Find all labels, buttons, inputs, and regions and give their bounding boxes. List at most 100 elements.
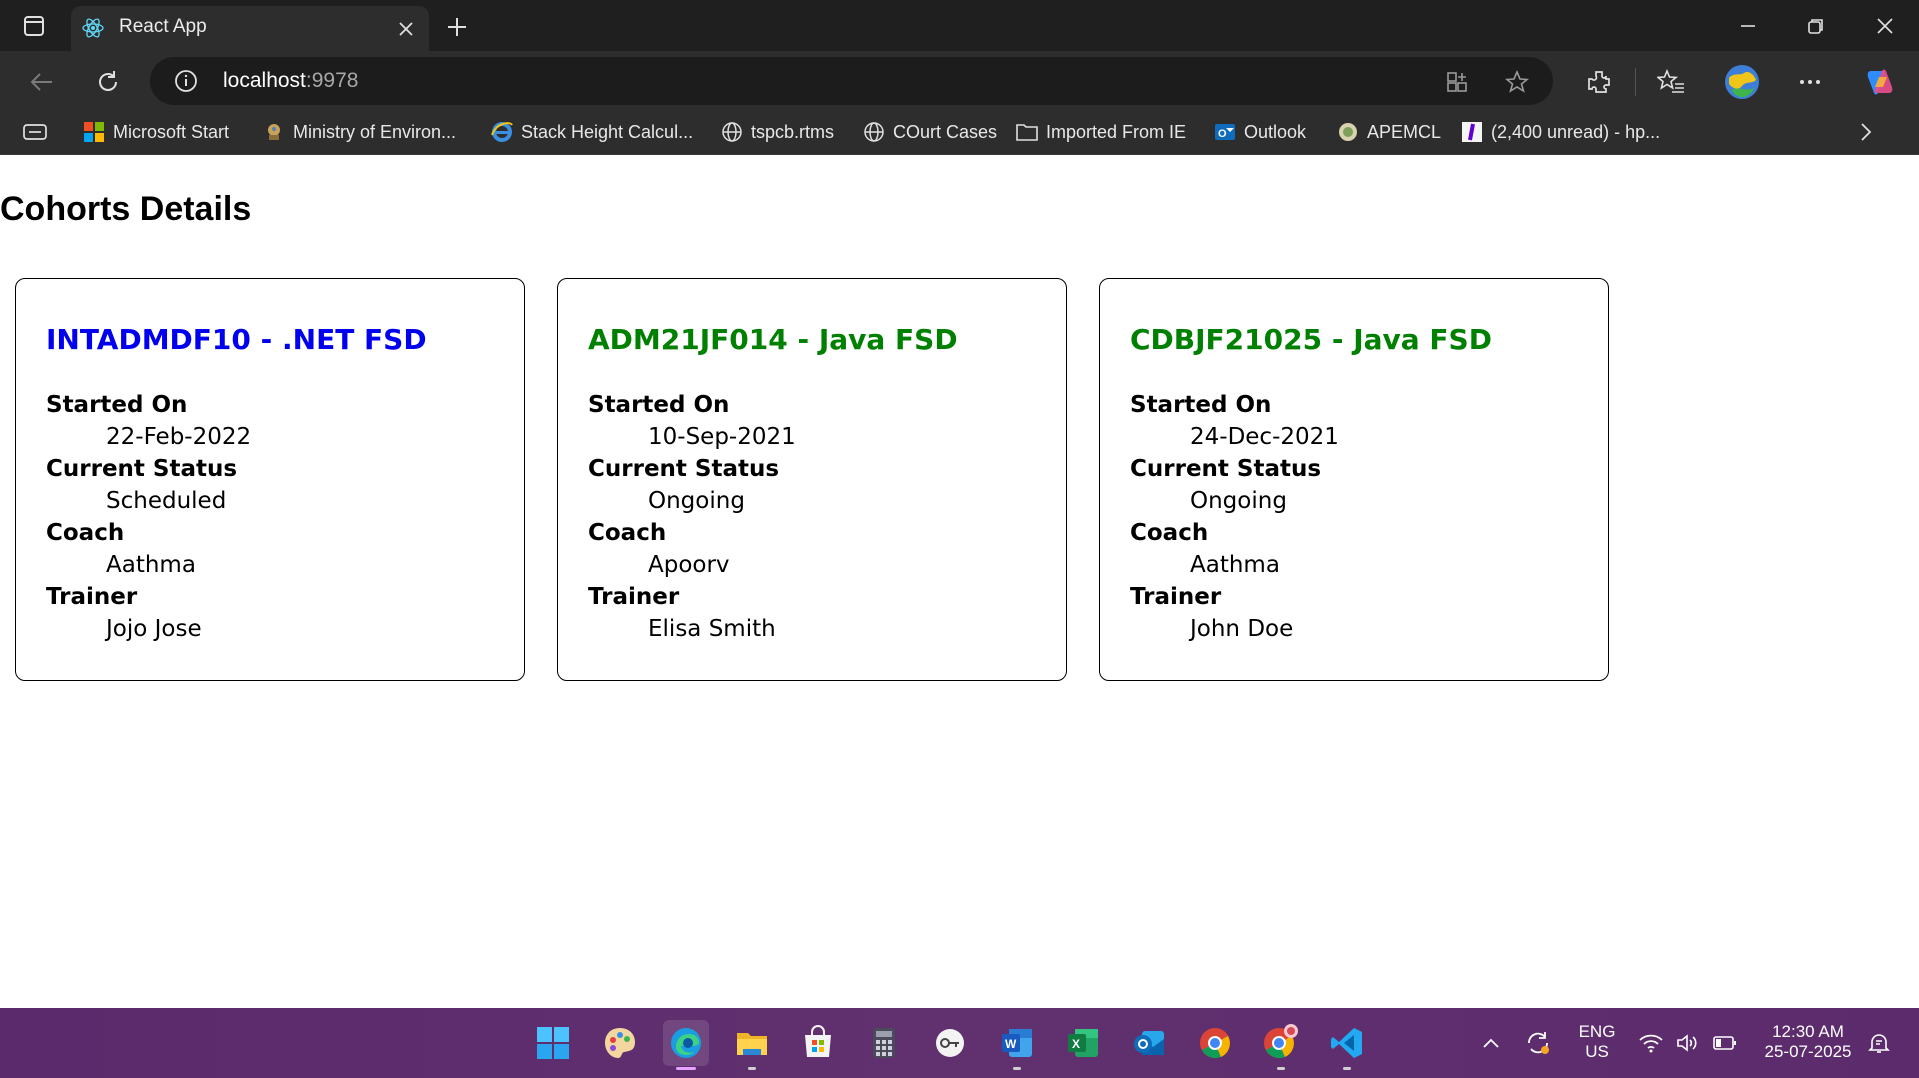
cohort-details: Started On 24-Dec-2021 Current Status On… <box>1130 389 1339 645</box>
close-tab-icon[interactable] <box>395 18 417 40</box>
outlook-icon: O <box>1213 120 1237 144</box>
address-bar[interactable]: localhost:9978 <box>150 57 1553 105</box>
url-host: localhost <box>223 69 306 92</box>
bookmark-label: Imported From IE <box>1046 121 1187 142</box>
current-status-label: Current Status <box>46 456 238 482</box>
microsoft-logo-icon <box>82 120 106 144</box>
cohort-card: INTADMDF10 - .NET FSD Started On 22-Feb-… <box>15 278 525 681</box>
running-indicator <box>748 1067 756 1070</box>
bookmark-microsoft-start[interactable]: Microsoft Start <box>82 119 229 145</box>
emblem-icon <box>262 120 286 144</box>
chrome-app-icon[interactable] <box>1192 1020 1238 1066</box>
chevron-right-icon[interactable] <box>1858 119 1874 145</box>
clock-time: 12:30 AM <box>1772 1022 1844 1041</box>
bookmark-label: Ministry of Environ... <box>293 121 457 142</box>
cohort-card: ADM21JF014 - Java FSD Started On 10-Sep-… <box>557 278 1067 681</box>
app-available-icon[interactable] <box>1444 69 1470 95</box>
region-code: US <box>1585 1042 1609 1061</box>
battery-icon[interactable] <box>1712 1030 1738 1056</box>
favorites-icon[interactable] <box>1656 67 1686 97</box>
bookmark-apemcl[interactable]: APEMCL <box>1336 119 1441 145</box>
extensions-icon[interactable] <box>1584 67 1614 97</box>
microsoft-store-icon[interactable] <box>795 1020 841 1066</box>
trainer-label: Trainer <box>46 584 138 610</box>
svg-text:X: X <box>1072 1037 1080 1051</box>
trainer-value: Jojo Jose <box>106 616 202 642</box>
bookmark-label: (2,400 unread) - hp... <box>1491 121 1661 142</box>
clock[interactable]: 12:30 AM 25-07-2025 <box>1756 1022 1860 1062</box>
language-code: ENG <box>1578 1022 1616 1041</box>
bookmark-ministry-environ[interactable]: Ministry of Environ... <box>262 119 456 145</box>
back-arrow-icon[interactable] <box>24 64 60 100</box>
reload-icon[interactable] <box>90 64 126 100</box>
close-window-icon[interactable] <box>1870 12 1900 40</box>
url-text[interactable]: localhost:9978 <box>223 69 358 93</box>
cohort-title: ADM21JF014 - Java FSD <box>588 323 958 356</box>
started-on-value: 22-Feb-2022 <box>106 424 252 450</box>
paint-app-icon[interactable] <box>597 1020 643 1066</box>
chevron-up-icon[interactable] <box>1478 1030 1504 1056</box>
sync-icon[interactable] <box>1525 1030 1551 1056</box>
react-logo-icon <box>81 16 105 40</box>
edge-browser-icon[interactable] <box>663 1020 709 1070</box>
current-status-value: Ongoing <box>648 488 745 514</box>
bookmark-outlook[interactable]: O Outlook <box>1213 119 1306 145</box>
started-on-label: Started On <box>46 392 188 418</box>
coach-label: Coach <box>588 520 667 546</box>
collections-icon[interactable] <box>22 119 48 145</box>
current-status-label: Current Status <box>1130 456 1322 482</box>
bookmark-imported-from-ie[interactable]: Imported From IE <box>1015 119 1186 145</box>
windows-start-icon[interactable] <box>530 1020 576 1066</box>
coach-label: Coach <box>1130 520 1209 546</box>
restore-icon[interactable] <box>1801 12 1831 40</box>
site-info-icon[interactable] <box>174 69 198 93</box>
globe-icon <box>862 120 886 144</box>
yahoo-mail-icon <box>1460 120 1484 144</box>
volume-icon[interactable] <box>1675 1030 1701 1056</box>
svg-text:O: O <box>1218 128 1227 140</box>
coach-value: Apoorv <box>648 552 730 578</box>
outlook-app-icon[interactable] <box>1126 1020 1172 1066</box>
more-options-icon[interactable] <box>1795 67 1825 97</box>
key-app-icon[interactable] <box>927 1020 973 1066</box>
bookmark-court-cases[interactable]: COurt Cases <box>862 119 997 145</box>
new-tab-icon[interactable] <box>442 12 472 42</box>
ie-logo-icon <box>490 120 514 144</box>
svg-text:W: W <box>1005 1037 1017 1051</box>
language-indicator[interactable]: ENG US <box>1576 1022 1618 1062</box>
bookmark-tspcb-rtms[interactable]: tspcb.rtms <box>720 119 834 145</box>
calculator-icon[interactable] <box>861 1020 907 1066</box>
toolbar-divider <box>1635 68 1636 96</box>
cohort-card: CDBJF21025 - Java FSD Started On 24-Dec-… <box>1099 278 1609 681</box>
current-status-value: Ongoing <box>1190 488 1287 514</box>
notifications-icon[interactable] <box>1866 1030 1892 1056</box>
trainer-label: Trainer <box>588 584 680 610</box>
file-explorer-icon[interactable] <box>729 1020 775 1070</box>
tab-title: React App <box>119 16 207 37</box>
copilot-icon[interactable] <box>1862 64 1898 100</box>
wifi-icon[interactable] <box>1638 1030 1664 1056</box>
bookmark-yahoo-mail[interactable]: (2,400 unread) - hp... <box>1460 119 1660 145</box>
active-indicator <box>676 1067 696 1070</box>
chrome-profile-app-icon[interactable] <box>1258 1020 1304 1070</box>
running-indicator <box>1343 1067 1351 1070</box>
started-on-value: 24-Dec-2021 <box>1190 424 1339 450</box>
windows-taskbar: W X ENG US 12:30 AM 25-07-2025 <box>0 1008 1919 1078</box>
trainer-label: Trainer <box>1130 584 1222 610</box>
coach-value: Aathma <box>1190 552 1280 578</box>
current-status-value: Scheduled <box>106 488 227 514</box>
bookmark-stack-height[interactable]: Stack Height Calcul... <box>490 119 693 145</box>
tab-react-app[interactable]: React App <box>71 6 429 51</box>
tab-actions-menu-icon[interactable] <box>20 12 48 40</box>
excel-app-icon[interactable]: X <box>1060 1020 1106 1066</box>
word-app-icon[interactable]: W <box>994 1020 1040 1070</box>
profile-avatar[interactable] <box>1723 63 1761 101</box>
minimize-icon[interactable] <box>1733 12 1763 40</box>
page-content: Cohorts Details INTADMDF10 - .NET FSD St… <box>0 155 1919 1008</box>
running-indicator <box>1013 1067 1021 1070</box>
favorite-star-icon[interactable] <box>1504 69 1530 95</box>
trainer-value: Elisa Smith <box>648 616 776 642</box>
folder-icon <box>1015 120 1039 144</box>
vscode-app-icon[interactable] <box>1324 1020 1370 1070</box>
bookmark-label: APEMCL <box>1367 121 1442 142</box>
